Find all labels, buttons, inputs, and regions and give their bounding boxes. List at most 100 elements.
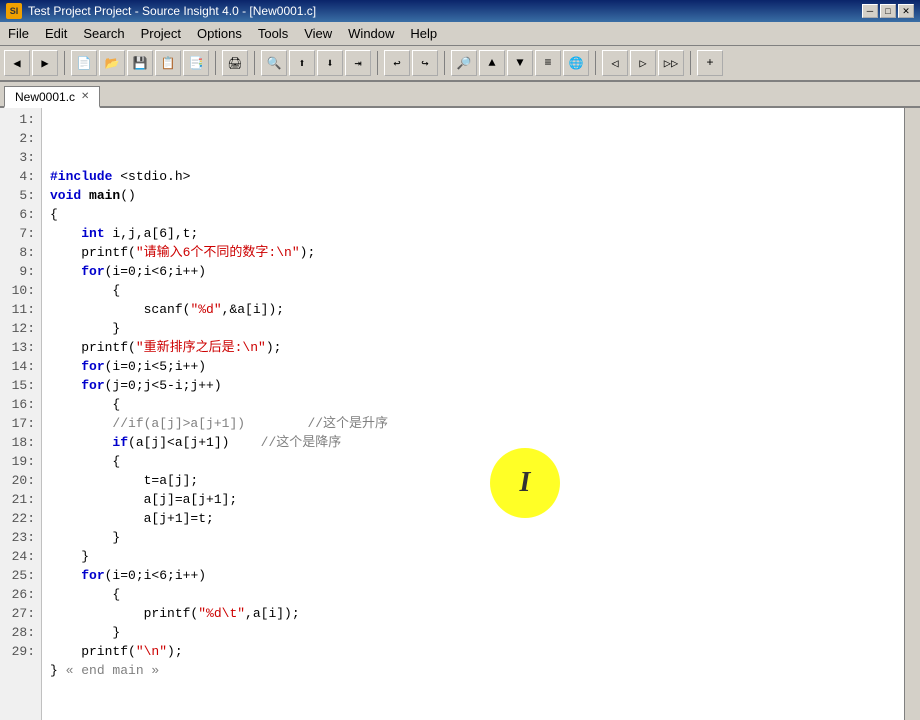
- save-button[interactable]: 💾: [127, 50, 153, 76]
- code-line: }: [50, 528, 896, 547]
- code-text: }: [50, 549, 89, 564]
- back-button[interactable]: ◀: [4, 50, 30, 76]
- code-text: printf(: [50, 340, 136, 355]
- code-line: int i,j,a[6],t;: [50, 224, 896, 243]
- menu-view[interactable]: View: [296, 22, 340, 45]
- code-line: t=a[j];: [50, 471, 896, 490]
- forward-button[interactable]: ▶: [32, 50, 58, 76]
- comment: //if(a[j]>a[j+1]) //这个是升序: [112, 416, 388, 431]
- proj3-button[interactable]: ▷▷: [658, 50, 684, 76]
- keyword: void: [50, 188, 81, 203]
- code-text: [50, 226, 81, 241]
- window-title: Test Project Project - Source Insight 4.…: [28, 4, 856, 18]
- code-text: (): [120, 188, 136, 203]
- search4-button[interactable]: ⇥: [345, 50, 371, 76]
- search3-button[interactable]: ⬇: [317, 50, 343, 76]
- code-line: scanf("%d",&a[i]);: [50, 300, 896, 319]
- zoom-button[interactable]: 🔎: [451, 50, 477, 76]
- menu-window[interactable]: Window: [340, 22, 402, 45]
- comment: //这个是降序: [261, 435, 342, 450]
- menu-help[interactable]: Help: [402, 22, 445, 45]
- web-button[interactable]: 🌐: [563, 50, 589, 76]
- code-line: //if(a[j]>a[j+1]) //这个是升序: [50, 414, 896, 433]
- keyword: #include: [50, 169, 112, 184]
- line-number: 6:: [0, 205, 35, 224]
- tab-close-icon[interactable]: ✕: [81, 91, 89, 102]
- code-text: {: [50, 454, 120, 469]
- line-number: 1:: [0, 110, 35, 129]
- code-text: [50, 378, 81, 393]
- keyword: for: [81, 378, 104, 393]
- code-line: [50, 680, 896, 699]
- tab-bar: New0001.c ✕: [0, 82, 920, 108]
- sep5: [444, 51, 445, 75]
- keyword: for: [81, 568, 104, 583]
- code-line: {: [50, 281, 896, 300]
- menu-edit[interactable]: Edit: [37, 22, 75, 45]
- undo-button[interactable]: ↩: [384, 50, 410, 76]
- code-line: {: [50, 395, 896, 414]
- sep1: [64, 51, 65, 75]
- menu-search[interactable]: Search: [75, 22, 132, 45]
- code-text: }: [50, 321, 120, 336]
- toolbar: ◀ ▶ 📄 📂 💾 📋 📑 🖨 🔍 ⬆ ⬇ ⇥ ↩ ↪ 🔎 ▲ ▼ ≡ 🌐 ◁ …: [0, 46, 920, 82]
- code-line: printf("%d\t",a[i]);: [50, 604, 896, 623]
- save2-button[interactable]: 📋: [155, 50, 181, 76]
- tab-label: New0001.c: [15, 90, 75, 104]
- search2-button[interactable]: ⬆: [289, 50, 315, 76]
- menu-file[interactable]: File: [0, 22, 37, 45]
- tab-new0001[interactable]: New0001.c ✕: [4, 86, 100, 108]
- code-editor[interactable]: #include <stdio.h>void main(){ int i,j,a…: [42, 108, 904, 720]
- line-number: 16:: [0, 395, 35, 414]
- line-number: 20:: [0, 471, 35, 490]
- open-button[interactable]: 📂: [99, 50, 125, 76]
- code-line: printf("\n");: [50, 642, 896, 661]
- code-text: }: [50, 530, 120, 545]
- code-text: scanf(: [50, 302, 190, 317]
- code-text: }: [50, 625, 120, 640]
- list-button[interactable]: ▼: [507, 50, 533, 76]
- code-text: {: [50, 587, 120, 602]
- print-button[interactable]: 🖨: [222, 50, 248, 76]
- minimize-button[interactable]: ─: [862, 4, 878, 18]
- code-text: {: [50, 207, 58, 222]
- code-line: for(j=0;j<5-i;j++): [50, 376, 896, 395]
- code-text: <stdio.h>: [112, 169, 190, 184]
- search1-button[interactable]: 🔍: [261, 50, 287, 76]
- line-number: 28:: [0, 623, 35, 642]
- code-line: {: [50, 205, 896, 224]
- line-number: 14:: [0, 357, 35, 376]
- code-text: ,a[i]);: [245, 606, 300, 621]
- redo-button[interactable]: ↪: [412, 50, 438, 76]
- code-text: i,j,a[6],t;: [105, 226, 199, 241]
- code-text: printf(: [50, 644, 136, 659]
- menu-project[interactable]: Project: [133, 22, 189, 45]
- code-line: for(i=0;i<6;i++): [50, 262, 896, 281]
- close-button[interactable]: ✕: [898, 4, 914, 18]
- line-number: 9:: [0, 262, 35, 281]
- proj1-button[interactable]: ◁: [602, 50, 628, 76]
- vertical-scrollbar[interactable]: [904, 108, 920, 720]
- bookmark-button[interactable]: ▲: [479, 50, 505, 76]
- code-text: printf(: [50, 606, 198, 621]
- code-line: a[j+1]=t;: [50, 509, 896, 528]
- line-number: 2:: [0, 129, 35, 148]
- proj2-button[interactable]: ▷: [630, 50, 656, 76]
- code-line: #include <stdio.h>: [50, 167, 896, 186]
- code-text: );: [167, 644, 183, 659]
- code-text: }: [50, 663, 66, 678]
- code-area[interactable]: 1:2:3:4:5:6:7:8:9:10:11:12:13:14:15:16:1…: [0, 108, 920, 720]
- keyword: for: [81, 359, 104, 374]
- code-text: [50, 264, 81, 279]
- menu-tools[interactable]: Tools: [250, 22, 296, 45]
- extras-button[interactable]: +: [697, 50, 723, 76]
- maximize-button[interactable]: □: [880, 4, 896, 18]
- copy-button[interactable]: 📑: [183, 50, 209, 76]
- symbols-button[interactable]: ≡: [535, 50, 561, 76]
- menu-options[interactable]: Options: [189, 22, 250, 45]
- code-line: }: [50, 623, 896, 642]
- code-text: (i=0;i<6;i++): [105, 568, 206, 583]
- app-icon: SI: [6, 3, 22, 19]
- keyword: if: [112, 435, 128, 450]
- new-button[interactable]: 📄: [71, 50, 97, 76]
